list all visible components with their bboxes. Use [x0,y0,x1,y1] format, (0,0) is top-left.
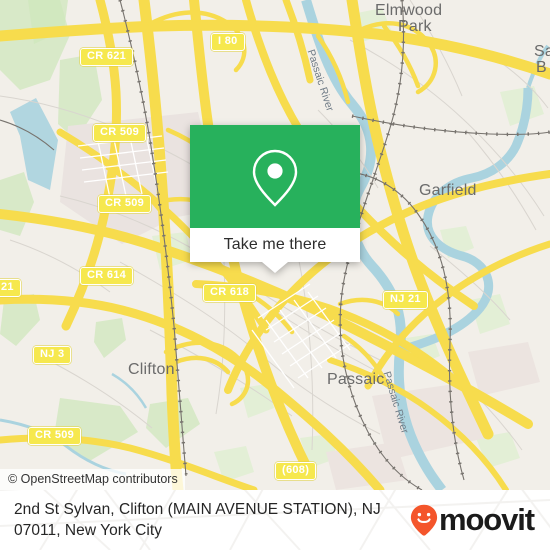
route-shield: CR 618 [203,284,257,302]
osm-attribution[interactable]: © OpenStreetMap contributors [0,469,185,490]
route-shield: (608) [275,462,317,480]
route-shield: CR 509 [93,124,147,142]
footer-bar: 2nd St Sylvan, Clifton (MAIN AVENUE STAT… [0,490,550,550]
route-shield: NJ 21 [383,291,428,309]
route-shield: CR 621 [80,48,134,66]
route-shield: CR 509 [28,427,82,445]
address-text: 2nd St Sylvan, Clifton (MAIN AVENUE STAT… [14,499,410,541]
moovit-wordmark: moovit [438,502,535,537]
moovit-smiley-pin-icon [410,504,438,536]
route-shield: I 80 [211,33,245,51]
address-line-2: 07011, New York City [14,522,163,539]
route-shield: 21 [0,279,21,297]
popup-action-area[interactable]: Take me there [190,228,360,262]
route-shield: CR 509 [98,195,152,213]
moovit-map-screenshot: .wtr { fill:#aad3df; } .wtrl { fill:none… [0,0,550,550]
popup-pointer-tail [262,262,288,273]
popup-icon-area [190,125,360,228]
route-shield: CR 614 [80,267,134,285]
address-line-1: 2nd St Sylvan, Clifton (MAIN AVENUE STAT… [14,501,381,518]
take-me-there-popup[interactable]: Take me there [190,125,360,273]
map-pin-icon [252,149,298,207]
route-shield: NJ 3 [33,346,72,364]
moovit-logo[interactable]: moovit [410,504,540,536]
map-canvas[interactable]: .wtr { fill:#aad3df; } .wtrl { fill:none… [0,0,550,490]
take-me-there-label: Take me there [223,236,327,253]
